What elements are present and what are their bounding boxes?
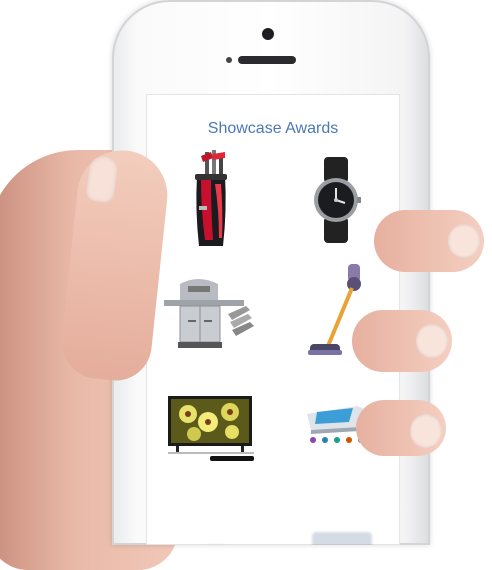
partially-visible-product-icon[interactable] [292,492,392,545]
finger-3 [356,400,446,456]
finger-1 [374,210,484,272]
phone-frame: Showcase Awards [112,0,430,545]
page-title: Showcase Awards [207,120,339,137]
finger-nail [410,414,442,448]
gas-grill-icon[interactable] [158,264,258,364]
partially-visible-product-icon[interactable] [166,494,266,545]
finger-nail [416,324,448,358]
proximity-sensor [226,57,232,63]
front-camera [262,28,274,40]
television-icon[interactable] [166,376,266,476]
finger-nail [448,224,480,258]
earpiece-speaker [238,56,296,64]
golf-bag-icon[interactable] [160,150,260,250]
finger-2 [352,310,452,372]
wristwatch-icon[interactable] [286,150,386,250]
